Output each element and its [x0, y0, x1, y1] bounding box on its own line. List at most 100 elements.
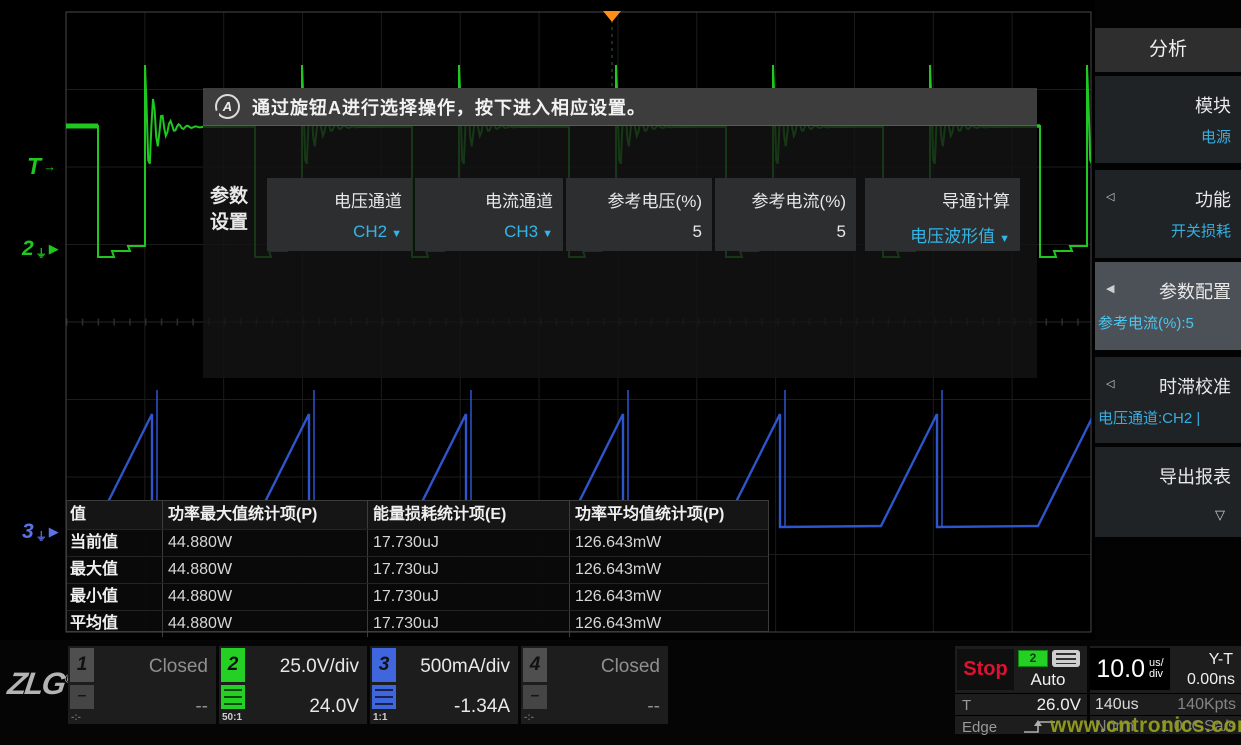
- trigger-source-badge: 2: [1018, 650, 1048, 667]
- stats-value: 17.730uJ: [367, 611, 569, 637]
- panel-title: 导出报表: [1159, 463, 1231, 489]
- param-value: CH2: [353, 222, 387, 241]
- trigger-delay: 0.00ns: [1187, 671, 1235, 689]
- analysis-menu-sidebar: 分析 模块 电源 ◁ 功能 开关损耗 ◀ 参数配置 参考电流(%):5 ◁ 时滞…: [1095, 0, 1241, 645]
- probe-ratio: 50:1: [222, 712, 242, 723]
- table-row: 平均值 44.880W 17.730uJ 126.643mW: [67, 610, 768, 637]
- trigger-marker-arrow-icon: →: [43, 159, 56, 174]
- channel2-scale: 25.0V/div: [280, 656, 359, 678]
- dropdown-arrow-icon: ▼: [542, 228, 553, 240]
- panel-value: 开关损耗: [1171, 220, 1231, 241]
- sidebar-item-module[interactable]: 模块 电源: [1095, 76, 1241, 163]
- channel4-coupling-icon: –: [523, 685, 547, 709]
- channel2-badge: 2: [221, 648, 245, 682]
- channel4-badge: 4: [523, 648, 547, 682]
- ch3-marker-label: 3: [22, 520, 34, 544]
- table-row: 最小值 44.880W 17.730uJ 126.643mW: [67, 583, 768, 610]
- ch2-zero-marker[interactable]: 2 ⏚ ▶: [22, 237, 59, 261]
- timebase-value: 10.0: [1096, 655, 1145, 684]
- dropdown-arrow-icon: ▼: [391, 228, 402, 240]
- param-title: 电流通道: [421, 187, 553, 212]
- table-row: 当前值 44.880W 17.730uJ 126.643mW: [67, 529, 768, 556]
- time-span: 140us: [1095, 696, 1139, 714]
- channel4-block[interactable]: 4 – -:- Closed --: [521, 646, 668, 724]
- stats-value: 126.643mW: [569, 611, 768, 637]
- stats-col-header: 功率平均值统计项(P): [569, 501, 768, 529]
- param-value: 5: [837, 222, 846, 241]
- dialog-header: A 通过旋钮A进行选择操作，按下进入相应设置。: [203, 88, 1037, 126]
- dialog-body: 参数设置 电压通道 CH2 ▼ 电流通道 CH3 ▼ 参考电压(%) 5 参考电流(…: [203, 126, 1037, 378]
- watermark: www.cntronics.com: [1050, 714, 1241, 738]
- param-value: CH3: [504, 222, 538, 241]
- channel4-status: Closed: [601, 656, 660, 678]
- trigger-coupling-icon: [1052, 650, 1080, 667]
- knob-a-icon: A: [215, 94, 240, 119]
- measurement-stats-table: 值 功率最大值统计项(P) 能量损耗统计项(E) 功率平均值统计项(P) 当前值…: [66, 500, 769, 632]
- panel-value: 电压通道:CH2 |: [1098, 407, 1200, 428]
- timebase-scale[interactable]: 10.0 us/ div: [1090, 648, 1170, 690]
- oscilloscope-screen: T → 2 ⏚ ▶ 3 ⏚ ▶ 值 功率最大值统计项(P) 能量损耗统计项(E)…: [0, 0, 1241, 745]
- channel3-scale: 500mA/div: [420, 656, 510, 678]
- channel3-coupling-icon: [372, 685, 396, 709]
- conduction-calc-button[interactable]: 导通计算 电压波形值▼: [865, 178, 1020, 251]
- trigger-marker-label: T: [27, 153, 41, 180]
- trigger-type-label: Edge: [962, 719, 997, 736]
- probe-ratio: 1:1: [373, 712, 387, 723]
- ref-current-button[interactable]: 参考电流(%) 5: [715, 178, 856, 251]
- stats-col-header: 功率最大值统计项(P): [162, 501, 367, 529]
- channel2-block[interactable]: 2 50:1 25.0V/div 24.0V: [219, 646, 367, 724]
- channel1-block[interactable]: 1 – -:- Closed --: [68, 646, 216, 724]
- probe-ratio: -:-: [71, 712, 81, 723]
- stats-value: 44.880W: [162, 611, 367, 637]
- param-title: 参考电流(%): [721, 187, 846, 212]
- dialog-message: 通过旋钮A进行选择操作，按下进入相应设置。: [252, 94, 646, 120]
- channel3-offset: -1.34A: [454, 696, 510, 718]
- knob-select-dialog: A 通过旋钮A进行选择操作，按下进入相应设置。 参数设置 电压通道 CH2 ▼ 电…: [203, 88, 1037, 378]
- stats-value: 17.730uJ: [367, 557, 569, 583]
- param-title: 电压通道: [273, 187, 402, 212]
- run-stop-indicator[interactable]: Stop: [957, 649, 1014, 690]
- stats-col-header: 值: [67, 501, 162, 529]
- ref-voltage-button[interactable]: 参考电压(%) 5: [566, 178, 712, 251]
- channel3-badge: 3: [372, 648, 396, 682]
- sidebar-item-param-config[interactable]: ◀ 参数配置 参考电流(%):5: [1095, 262, 1241, 350]
- memory-depth: 140Kpts: [1177, 696, 1236, 714]
- panel-value: 参考电流(%):5: [1098, 312, 1194, 333]
- ch3-zero-marker[interactable]: 3 ⏚ ▶: [22, 520, 59, 544]
- param-value: 电压波形值: [910, 227, 995, 246]
- channel3-block[interactable]: 3 1:1 500mA/div -1.34A: [370, 646, 518, 724]
- channel4-offset: --: [647, 696, 660, 718]
- channel1-coupling-icon: –: [70, 685, 94, 709]
- param-title: 参考电压(%): [572, 187, 702, 212]
- stats-value: 44.880W: [162, 530, 367, 556]
- voltage-channel-button[interactable]: 电压通道 CH2 ▼: [267, 178, 412, 251]
- chevron-left-icon: ◁: [1106, 190, 1114, 203]
- table-row: 最大值 44.880W 17.730uJ 126.643mW: [67, 556, 768, 583]
- dropdown-arrow-icon: ▼: [999, 233, 1010, 245]
- sidebar-item-export-report[interactable]: 导出报表 ▽: [1095, 447, 1241, 537]
- ch2-marker-arrow-icon: ▶: [49, 241, 59, 257]
- param-section-label: 参数设置: [210, 184, 256, 236]
- stats-row-label: 最大值: [67, 557, 162, 583]
- panel-title: 功能: [1195, 186, 1231, 212]
- chevron-left-icon: ◁: [1106, 377, 1114, 390]
- timebase-unit: us/ div: [1149, 658, 1164, 680]
- sidebar-item-deskew[interactable]: ◁ 时滞校准 电压通道:CH2 |: [1095, 357, 1241, 443]
- trigger-position-marker[interactable]: [603, 11, 621, 22]
- stats-value: 126.643mW: [569, 557, 768, 583]
- zlg-logo: ZLG®: [5, 666, 75, 702]
- display-mode: Y-T: [1209, 651, 1233, 669]
- stats-row-label: 当前值: [67, 530, 162, 556]
- trigger-level-marker[interactable]: T →: [27, 153, 56, 180]
- trigger-level-label: T: [962, 697, 971, 714]
- sidebar-item-function[interactable]: ◁ 功能 开关损耗: [1095, 170, 1241, 258]
- current-channel-button[interactable]: 电流通道 CH3 ▼: [415, 178, 563, 251]
- timebase-row2: 140us 140Kpts: [1090, 693, 1241, 715]
- param-value: 5: [693, 222, 702, 241]
- trigger-level-row: T 26.0V: [955, 693, 1087, 715]
- channel1-offset: --: [195, 696, 208, 718]
- stats-value: 44.880W: [162, 584, 367, 610]
- stats-value: 126.643mW: [569, 584, 768, 610]
- stats-value: 44.880W: [162, 557, 367, 583]
- ground-icon: ⏚: [36, 528, 47, 544]
